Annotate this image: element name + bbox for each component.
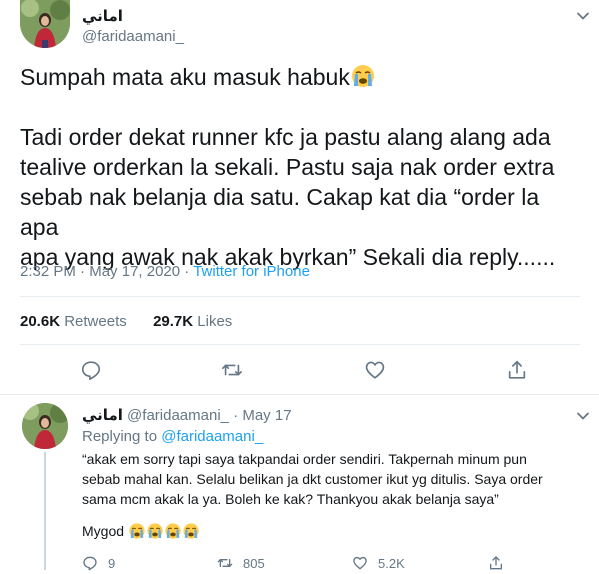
- reply-text: “akak em sorry tapi saya takpandai order…: [82, 449, 572, 509]
- divider: [20, 344, 580, 345]
- avatar[interactable]: [22, 403, 68, 449]
- thread-line: [44, 452, 46, 570]
- avatar-image: [22, 403, 68, 449]
- divider: [20, 296, 580, 297]
- like-button[interactable]: 5.2K: [352, 555, 405, 571]
- replying-to-handle[interactable]: @faridaamani_: [161, 428, 263, 445]
- avatar-image: [20, 0, 70, 48]
- tweet-line: Tadi order dekat runner kfc ja pastu ala…: [20, 124, 551, 150]
- reply-line: sebab mahal kan. Selalu belikan ja dkt c…: [82, 471, 543, 487]
- tweet-stats: 20.6K Retweets 29.7K Likes: [20, 313, 232, 330]
- share-icon: [490, 556, 502, 570]
- share-icon: [508, 360, 526, 379]
- chevron-down-icon[interactable]: [575, 8, 591, 24]
- tweet-line: tealive orderkan la sekali. Pastu saja n…: [20, 154, 555, 180]
- display-name[interactable]: اماني: [82, 7, 123, 25]
- main-tweet: اماني @faridaamani_ Sumpah mata aku masu…: [0, 0, 599, 395]
- retweet-button[interactable]: 805: [217, 555, 265, 571]
- tweet-meta: 2:32 PM · May 17, 2020 · Twitter for iPh…: [20, 263, 310, 280]
- meta-separator: ·: [180, 263, 194, 280]
- retweet-button[interactable]: [221, 359, 243, 381]
- meta-separator: ·: [233, 407, 243, 424]
- reply-button[interactable]: 9: [82, 555, 115, 571]
- tweet-line: sebab nak belanja dia satu. Cakap kat di…: [20, 184, 540, 240]
- tweet-date[interactable]: May 17, 2020: [89, 263, 180, 280]
- reply-header: اماني @faridaamani_ · May 17: [82, 406, 292, 424]
- retweet-icon: [217, 559, 233, 567]
- crying-face-emoji-icon: [183, 523, 199, 539]
- reply-button[interactable]: [80, 359, 102, 381]
- like-count: 5.2K: [378, 555, 405, 571]
- chevron-down-icon[interactable]: [575, 408, 591, 424]
- display-name[interactable]: اماني: [82, 407, 123, 424]
- meta-separator: ·: [75, 263, 90, 280]
- like-button[interactable]: [364, 359, 386, 381]
- likes-label[interactable]: Likes: [197, 313, 232, 330]
- user-handle[interactable]: @faridaamani_: [127, 407, 229, 424]
- replying-to-label: Replying to: [82, 428, 158, 445]
- heart-icon: [365, 361, 385, 379]
- crying-face-emoji-icon: [129, 523, 145, 539]
- avatar[interactable]: [20, 0, 70, 48]
- replying-to: Replying to @faridaamani_: [82, 428, 263, 445]
- reply-mygod: Mygod: [82, 522, 200, 540]
- retweet-icon: [222, 364, 242, 376]
- tweet-text: Sumpah mata aku masuk habuk Tadi order d…: [20, 62, 580, 272]
- user-handle[interactable]: @faridaamani_: [82, 28, 184, 45]
- tweet-line: Sumpah mata aku masuk habuk: [20, 62, 580, 92]
- crying-face-emoji-icon: [147, 523, 163, 539]
- reply-line: “akak em sorry tapi saya takpandai order…: [82, 451, 527, 467]
- tweet-source-link[interactable]: Twitter for iPhone: [193, 263, 310, 280]
- reply-icon: [81, 361, 101, 380]
- tweet-line-text: Sumpah mata aku masuk habuk: [20, 64, 350, 90]
- tweet-time[interactable]: 2:32 PM: [20, 263, 76, 280]
- reply-icon: [83, 556, 97, 571]
- retweets-count[interactable]: 20.6K: [20, 313, 60, 330]
- crying-face-emoji-icon: [351, 65, 374, 87]
- reply-count: 9: [108, 555, 116, 571]
- heart-icon: [353, 556, 367, 570]
- crying-face-emoji-icon: [165, 523, 181, 539]
- reply-line: sama mcm akak la ya. Boleh ke kak? Thank…: [82, 491, 499, 507]
- share-button[interactable]: [506, 359, 528, 381]
- tweet-date[interactable]: May 17: [242, 407, 291, 424]
- likes-count[interactable]: 29.7K: [153, 313, 193, 330]
- retweets-label[interactable]: Retweets: [64, 313, 127, 330]
- share-button[interactable]: [488, 555, 504, 571]
- retweet-count: 805: [243, 555, 265, 571]
- mygod-text: Mygod: [82, 523, 125, 539]
- reply-tweet[interactable]: اماني @faridaamani_ · May 17 Replying to…: [0, 396, 599, 574]
